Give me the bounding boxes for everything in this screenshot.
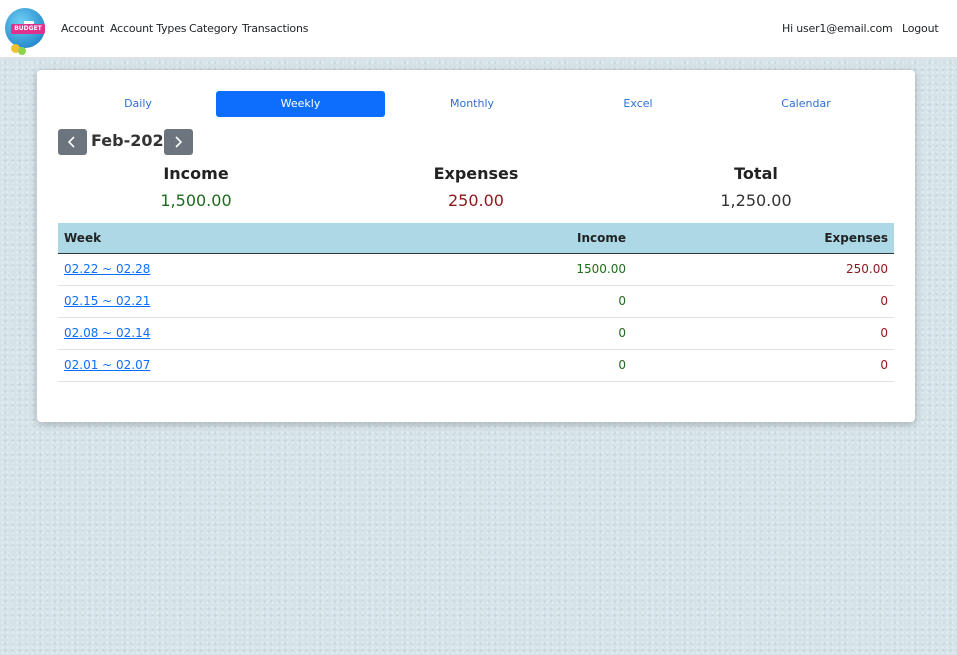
nav-link-category[interactable]: Category: [189, 22, 238, 35]
chevron-left-icon: [67, 136, 75, 148]
total-summary-value: 1,250.00: [720, 191, 792, 210]
nav-link-transactions[interactable]: Transactions: [242, 22, 308, 35]
weekly-table: Week Income Expenses 02.22 ~ 02.28 1500.…: [58, 223, 894, 382]
week-range-link[interactable]: 02.08 ~ 02.14: [64, 318, 150, 349]
tab-weekly[interactable]: Weekly: [216, 91, 385, 117]
week-income-value: 1500.00: [576, 262, 626, 276]
top-navbar: BUDGET Account Account Types Category Tr…: [0, 0, 957, 58]
income-summary-label: Income: [163, 164, 229, 183]
week-expenses-value: 250.00: [846, 262, 888, 276]
week-expenses-value: 0: [880, 358, 888, 372]
week-income-value: 0: [618, 358, 626, 372]
chevron-right-icon: [175, 136, 183, 148]
week-income-value: 0: [618, 294, 626, 308]
tab-monthly[interactable]: Monthly: [387, 91, 557, 117]
total-summary-label: Total: [734, 164, 778, 183]
expenses-summary-label: Expenses: [433, 164, 519, 183]
column-header-expenses: Expenses: [824, 231, 888, 245]
tab-daily[interactable]: Daily: [59, 91, 217, 117]
prev-month-button[interactable]: [58, 129, 87, 155]
week-range-link[interactable]: 02.22 ~ 02.28: [64, 254, 150, 285]
table-row: 02.15 ~ 02.21 0 0: [58, 286, 894, 318]
nav-link-account-types[interactable]: Account Types: [110, 22, 187, 35]
logo-text: BUDGET: [11, 24, 45, 34]
table-header-row: Week Income Expenses: [58, 223, 894, 254]
table-row: 02.01 ~ 02.07 0 0: [58, 350, 894, 382]
logout-link[interactable]: Logout: [902, 22, 939, 35]
next-month-button[interactable]: [164, 129, 193, 155]
user-greeting: Hi user1@email.com: [782, 22, 893, 35]
tab-calendar[interactable]: Calendar: [720, 91, 892, 117]
table-row: 02.08 ~ 02.14 0 0: [58, 318, 894, 350]
expenses-summary-value: 250.00: [448, 191, 504, 210]
tab-excel[interactable]: Excel: [557, 91, 719, 117]
current-month-label: Feb-2023: [91, 131, 175, 150]
income-summary-value: 1,500.00: [160, 191, 232, 210]
nav-link-account[interactable]: Account: [61, 22, 104, 35]
logo-coin-shape: [18, 47, 26, 55]
week-income-value: 0: [618, 326, 626, 340]
week-expenses-value: 0: [880, 326, 888, 340]
table-row: 02.22 ~ 02.28 1500.00 250.00: [58, 254, 894, 286]
week-range-link[interactable]: 02.15 ~ 02.21: [64, 286, 150, 317]
column-header-week: Week: [64, 231, 102, 245]
weekly-report-card: Daily Weekly Monthly Excel Calendar Feb-…: [37, 70, 915, 422]
week-range-link[interactable]: 02.01 ~ 02.07: [64, 350, 150, 381]
week-expenses-value: 0: [880, 294, 888, 308]
column-header-income: Income: [576, 231, 626, 245]
